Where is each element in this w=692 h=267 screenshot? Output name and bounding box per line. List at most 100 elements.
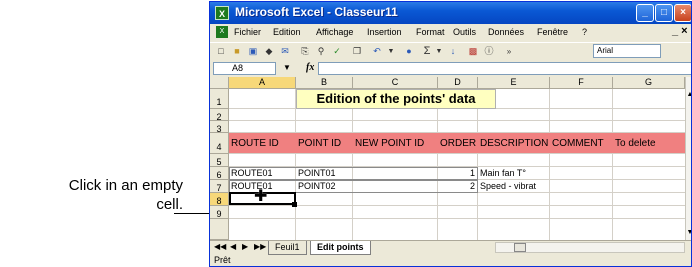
header-new-point-id[interactable]: NEW POINT ID — [355, 138, 424, 149]
excel-app-icon[interactable]: X — [215, 6, 229, 20]
row-header-9[interactable]: 9 — [210, 206, 229, 219]
cell-order[interactable]: 1 — [438, 168, 475, 178]
column-header-d[interactable]: D — [438, 77, 478, 89]
name-box[interactable]: A8 — [213, 62, 276, 75]
row-header-2[interactable]: 2 — [210, 109, 229, 122]
hyperlink-icon[interactable]: ● — [402, 45, 416, 58]
close-button[interactable]: × — [674, 4, 691, 22]
cell-order[interactable]: 2 — [438, 181, 475, 191]
cell-point-id[interactable]: POINT01 — [298, 168, 336, 178]
new-icon[interactable]: □ — [214, 45, 228, 58]
horizontal-scrollbar[interactable] — [495, 242, 685, 253]
font-name-select[interactable]: Arial — [593, 44, 661, 58]
formula-bar: A8 ▼ fx — [210, 61, 691, 77]
gridline — [229, 153, 685, 154]
row-header-4[interactable]: 4 — [210, 133, 229, 154]
maximize-button[interactable]: □ — [655, 4, 673, 22]
name-box-dropdown-icon[interactable]: ▼ — [283, 63, 291, 72]
menu-donnees[interactable]: Données — [488, 27, 524, 37]
select-all-corner[interactable] — [210, 77, 229, 89]
menu-format[interactable]: Format — [416, 27, 445, 37]
permission-icon[interactable]: ◆ — [262, 45, 276, 58]
gridline — [229, 205, 685, 206]
callout-line-1: Click in an empty — [68, 177, 183, 194]
menu-affichage[interactable]: Affichage — [316, 27, 353, 37]
formula-input[interactable] — [318, 62, 691, 75]
chart-icon[interactable]: ▩ — [466, 45, 480, 58]
column-header-f[interactable]: F — [550, 77, 613, 89]
scroll-down-icon[interactable]: ▼ — [686, 229, 691, 236]
cell-point-id[interactable]: POINT02 — [298, 181, 336, 191]
column-header-g[interactable]: G — [613, 77, 685, 89]
menu-fichier[interactable]: Fichier — [234, 27, 261, 37]
menu-insertion[interactable]: Insertion — [367, 27, 402, 37]
row-header-8[interactable]: 8 — [210, 193, 229, 206]
standard-toolbar: □ ■ ▣ ◆ ✉ ⎘ ⚲ ✓ ❐ ↶ ▼ ● Σ ▼ ↓ ▩ ⓘ » Aria… — [210, 42, 691, 61]
vertical-scrollbar[interactable]: ▲ ▼ — [685, 77, 691, 240]
header-order[interactable]: ORDER — [440, 138, 476, 149]
fill-handle[interactable] — [292, 202, 297, 207]
copy-icon[interactable]: ❐ — [350, 45, 364, 58]
header-to-delete[interactable]: To delete — [615, 138, 656, 149]
scroll-up-icon[interactable]: ▲ — [686, 91, 691, 98]
callout-text: Click in an empty cell. — [0, 176, 183, 214]
menu-outils[interactable]: Outils — [453, 27, 476, 37]
column-header-b[interactable]: B — [296, 77, 353, 89]
column-header-a[interactable]: A — [229, 77, 296, 89]
sort-ascending-icon[interactable]: ↓ — [446, 45, 460, 58]
excel-window: X Microsoft Excel - Classeur11 _ □ × X F… — [209, 1, 692, 267]
workbook-icon[interactable]: X — [216, 26, 228, 38]
autosum-dropdown-icon[interactable]: ▼ — [432, 45, 446, 58]
row-header-1[interactable]: 1 — [210, 89, 229, 109]
cell-description[interactable]: Main fan T° — [480, 168, 526, 178]
sheet-title-cell[interactable]: Edition of the points' data — [296, 89, 496, 109]
print-preview-icon[interactable]: ⚲ — [314, 45, 328, 58]
last-sheet-icon[interactable]: ▶▶ — [254, 242, 266, 251]
insert-function-icon[interactable]: fx — [306, 62, 314, 73]
header-route-id[interactable]: ROUTE ID — [231, 138, 279, 149]
more-icon[interactable]: » — [502, 45, 516, 58]
gridline — [229, 120, 685, 121]
tab-edit-points[interactable]: Edit points — [310, 241, 371, 255]
cell-route-id[interactable]: ROUTE01 — [231, 168, 273, 178]
row-header-7[interactable]: 7 — [210, 180, 229, 193]
window-title: Microsoft Excel - Classeur11 — [235, 5, 398, 19]
prev-sheet-icon[interactable]: ◀ — [230, 242, 236, 251]
menu-fenetre[interactable]: Fenêtre — [537, 27, 568, 37]
undo-dropdown-icon[interactable]: ▼ — [384, 45, 398, 58]
column-header-e[interactable]: E — [478, 77, 550, 89]
column-header-c[interactable]: C — [353, 77, 438, 89]
save-icon[interactable]: ▣ — [246, 45, 260, 58]
sheet-tab-bar: ◀◀ ◀ ▶ ▶▶ Feuil1 Edit points — [210, 240, 691, 255]
header-description[interactable]: DESCRIPTION — [480, 138, 548, 149]
menu-help[interactable]: ? — [582, 27, 587, 37]
next-sheet-icon[interactable]: ▶ — [242, 242, 248, 251]
gridline — [229, 218, 685, 219]
first-sheet-icon[interactable]: ◀◀ — [214, 242, 226, 251]
callout-line-2: cell. — [156, 196, 183, 213]
tab-feuil1[interactable]: Feuil1 — [268, 241, 307, 255]
title-bar: X Microsoft Excel - Classeur11 _ □ × — [210, 2, 691, 24]
header-comment[interactable]: COMMENT — [552, 138, 604, 149]
row-header-5[interactable]: 5 — [210, 154, 229, 167]
spelling-icon[interactable]: ✓ — [330, 45, 344, 58]
worksheet-grid[interactable]: A B C D E F G 1 2 3 4 5 6 7 8 9 Edition … — [210, 77, 685, 240]
print-icon[interactable]: ⎘ — [298, 45, 312, 58]
horizontal-scroll-thumb[interactable] — [514, 243, 526, 252]
row-header-6[interactable]: 6 — [210, 167, 229, 180]
row-header-3[interactable]: 3 — [210, 121, 229, 134]
row-header-10[interactable] — [210, 219, 229, 240]
cell-cursor-icon: ✚ — [254, 188, 268, 205]
cell-description[interactable]: Speed - vibrat — [480, 181, 536, 191]
undo-icon[interactable]: ↶ — [370, 45, 384, 58]
minimize-button[interactable]: _ — [636, 4, 654, 22]
status-bar: Prêt — [210, 254, 691, 266]
menu-edition[interactable]: Edition — [273, 27, 301, 37]
mail-icon[interactable]: ✉ — [278, 45, 292, 58]
open-icon[interactable]: ■ — [230, 45, 244, 58]
workbook-window-controls[interactable]: _ × — [672, 25, 688, 37]
header-point-id[interactable]: POINT ID — [298, 138, 341, 149]
menu-bar: X Fichier Edition Affichage Insertion Fo… — [210, 24, 691, 41]
status-text: Prêt — [214, 255, 231, 265]
help-icon[interactable]: ⓘ — [482, 45, 496, 58]
